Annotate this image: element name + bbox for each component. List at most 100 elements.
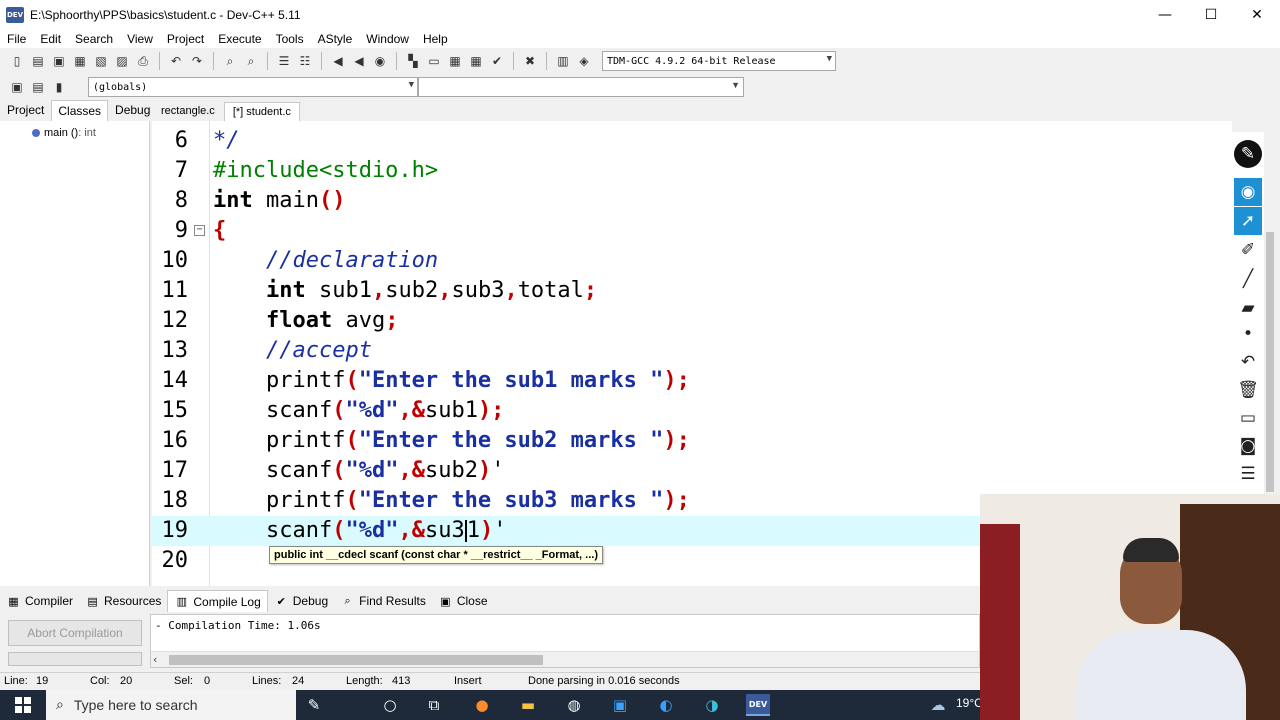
menu-search[interactable]: Search — [68, 32, 120, 46]
indent-icon[interactable]: ☰ — [275, 52, 293, 70]
tab-debug[interactable]: Debug — [108, 99, 157, 121]
function-select[interactable]: ▼ — [418, 77, 744, 97]
tree-item-main[interactable]: main () : int — [32, 127, 96, 139]
tab-resources[interactable]: ▤ Resources — [79, 590, 167, 612]
edge-dev-icon[interactable]: ◑ — [700, 694, 724, 716]
trash-icon[interactable]: 🗑 — [1234, 376, 1262, 404]
save-icon[interactable]: ▣ — [50, 52, 68, 70]
abort-compilation-button[interactable]: Abort Compilation — [8, 620, 142, 646]
presenter-body — [1076, 630, 1246, 720]
highlighter-icon[interactable]: ✐ — [1234, 236, 1262, 264]
code-line[interactable]: 7 #include<stdio.h> — [152, 156, 1232, 186]
code-line[interactable]: 15 scanf("%d",&sub1); — [152, 396, 1232, 426]
notes-icon[interactable]: ☰ — [1234, 460, 1262, 488]
compile-check-icon[interactable]: ✔ — [488, 52, 506, 70]
code-line[interactable]: 17 scanf("%d",&sub2)' — [152, 456, 1232, 486]
devcpp-taskbar-icon[interactable]: DEV — [746, 694, 770, 716]
menu-help[interactable]: Help — [416, 32, 455, 46]
weather-icon[interactable]: ☁ — [926, 694, 950, 716]
goto-previous-icon[interactable]: ◀ — [329, 52, 347, 70]
project-options-icon[interactable]: ▭ — [425, 52, 443, 70]
tab-find-results[interactable]: ⌕ Find Results — [334, 590, 432, 612]
print-icon[interactable]: ⎙ — [134, 52, 152, 70]
tab-compile-log[interactable]: ▥ Compile Log — [167, 590, 268, 612]
code-line[interactable]: 8 int main() — [152, 186, 1232, 216]
eraser-icon[interactable]: ▰ — [1234, 294, 1262, 322]
vertical-scrollbar[interactable] — [1266, 232, 1274, 492]
menu-view[interactable]: View — [120, 32, 160, 46]
taskbar-search[interactable]: ⌕ Type here to search — [46, 690, 296, 720]
replace-icon[interactable]: ⌕ — [242, 52, 260, 70]
new-file-icon[interactable]: ▯ — [8, 52, 26, 70]
horizontal-scrollbar[interactable]: ‹ — [151, 651, 979, 667]
find-icon[interactable]: ⌕ — [221, 52, 239, 70]
code-line[interactable]: 6 */ — [152, 126, 1232, 156]
menu-project[interactable]: Project — [160, 32, 211, 46]
maximize-button[interactable]: ☐ — [1188, 0, 1234, 30]
code-line[interactable]: 13 //accept — [152, 336, 1232, 366]
tab-close[interactable]: ▣ Close — [432, 590, 494, 612]
redo-icon[interactable]: ↷ — [188, 52, 206, 70]
menu-tools[interactable]: Tools — [269, 32, 311, 46]
tab-debug-bottom[interactable]: ✔ Debug — [268, 590, 334, 612]
compiler-select[interactable]: TDM-GCC 4.9.2 64-bit Release ▼ — [602, 51, 836, 71]
menu-window[interactable]: Window — [359, 32, 416, 46]
open-file-icon[interactable]: ▤ — [29, 52, 47, 70]
menu-edit[interactable]: Edit — [33, 32, 68, 46]
scroll-left-icon[interactable]: ‹ — [153, 653, 157, 666]
sticky-icon[interactable]: ▣ — [608, 694, 632, 716]
minimize-button[interactable]: — — [1142, 0, 1188, 30]
tab-classes[interactable]: Classes — [51, 100, 109, 121]
code-line[interactable]: 9 − { — [152, 216, 1232, 246]
firefox-icon[interactable]: ● — [470, 694, 494, 716]
stop-execution-icon[interactable]: ✖ — [521, 52, 539, 70]
close-file-icon[interactable]: ▧ — [92, 52, 110, 70]
new-project-icon[interactable]: ▚ — [404, 52, 422, 70]
eye-icon[interactable]: ◉ — [1234, 178, 1262, 206]
code-line[interactable]: 16 printf("Enter the sub2 marks "); — [152, 426, 1232, 456]
close-button[interactable]: ✕ — [1234, 0, 1280, 30]
tab-rectangle-c[interactable]: rectangle.c — [152, 101, 224, 121]
profile-chart-icon[interactable]: ▥ — [554, 52, 572, 70]
remove-from-project-icon[interactable]: ▦ — [467, 52, 485, 70]
scrollbar-thumb[interactable] — [169, 655, 543, 665]
dot-icon[interactable]: • — [1234, 320, 1262, 348]
edge-icon[interactable]: ◐ — [654, 694, 678, 716]
close-all-icon[interactable]: ▨ — [113, 52, 131, 70]
pen-icon[interactable]: ✎ — [1234, 140, 1262, 168]
file-explorer-icon[interactable]: ▬ — [516, 694, 540, 716]
compile-log[interactable]: - Compilation Time: 1.06s ‹ — [150, 614, 980, 668]
toggle-bookmark-icon[interactable]: ◉ — [371, 52, 389, 70]
tab-project[interactable]: Project — [0, 99, 51, 121]
menu-execute[interactable]: Execute — [211, 32, 268, 46]
save-all-icon[interactable]: ▦ — [71, 52, 89, 70]
toggle-breakpoint-icon[interactable]: ▤ — [29, 78, 47, 96]
goto-next-icon[interactable]: ◀ — [350, 52, 368, 70]
insert-icon[interactable]: ▣ — [8, 78, 26, 96]
undo-icon[interactable]: ↶ — [167, 52, 185, 70]
fold-collapse-icon[interactable]: − — [194, 225, 205, 236]
code-line[interactable]: 11 int sub1,sub2,sub3,total; — [152, 276, 1232, 306]
delete-profile-icon[interactable]: ◈ — [575, 52, 593, 70]
scope-select[interactable]: (globals) ▼ — [88, 77, 418, 97]
cortana-icon[interactable]: ○ — [378, 694, 402, 716]
code-line[interactable]: 10 //declaration — [152, 246, 1232, 276]
tab-compiler[interactable]: ▦ Compiler — [0, 590, 79, 612]
whiteboard-icon[interactable]: ▭ — [1234, 404, 1262, 432]
start-button[interactable] — [0, 690, 46, 720]
menu-file[interactable]: File — [0, 32, 33, 46]
chrome-icon[interactable]: ◍ — [562, 694, 586, 716]
camera-icon[interactable]: ◙ — [1234, 432, 1262, 460]
unindent-icon[interactable]: ☷ — [296, 52, 314, 70]
goto-line-icon[interactable]: ▮ — [50, 78, 68, 96]
pinned-app-icon[interactable]: ✎ — [302, 694, 326, 716]
cursor-icon[interactable]: ➚ — [1234, 207, 1262, 235]
menu-astyle[interactable]: AStyle — [311, 32, 360, 46]
line-icon[interactable]: ╱ — [1234, 265, 1262, 293]
tab-student-c[interactable]: [*] student.c — [223, 102, 300, 121]
code-line[interactable]: 14 printf("Enter the sub1 marks "); — [152, 366, 1232, 396]
code-line[interactable]: 12 float avg; — [152, 306, 1232, 336]
add-to-project-icon[interactable]: ▦ — [446, 52, 464, 70]
task-view-icon[interactable]: ⧉ — [422, 694, 446, 716]
undo-icon[interactable]: ↶ — [1234, 348, 1262, 376]
